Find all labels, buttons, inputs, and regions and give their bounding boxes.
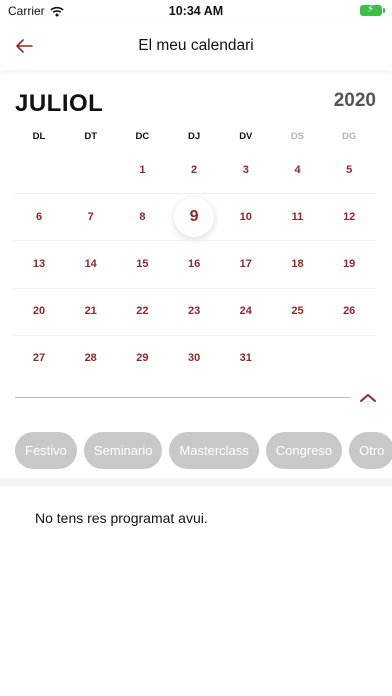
calendar-day[interactable]: 7 — [71, 197, 111, 237]
weekday-label: DC — [135, 131, 150, 142]
weekday-label: DT — [84, 131, 98, 142]
week-row-divider — [14, 287, 376, 289]
calendar-day[interactable]: 30 — [174, 338, 214, 378]
nav-bar: El meu calendari — [0, 22, 392, 70]
weekday-label: DL — [32, 131, 46, 142]
calendar-day[interactable]: 20 — [19, 291, 59, 331]
week-row-divider — [14, 240, 376, 242]
filter-chip[interactable]: Otro — [349, 432, 392, 469]
filter-chip[interactable]: Seminario — [83, 432, 163, 469]
calendar-day[interactable]: 3 — [226, 150, 266, 190]
filter-chip[interactable]: Congreso — [265, 432, 343, 469]
year-label: 2020 — [333, 90, 376, 111]
month-label: JULIOL — [15, 90, 104, 117]
weekday-label: DV — [239, 131, 253, 142]
calendar-day[interactable]: 25 — [278, 291, 318, 331]
filter-chip[interactable]: Festivo — [15, 432, 77, 469]
calendar-day[interactable]: 29 — [122, 338, 162, 378]
chevron-up-icon[interactable] — [358, 390, 378, 406]
calendar-day[interactable]: 19 — [329, 244, 369, 284]
weekday-header: DL DT DC DJ DV DS DG — [14, 131, 376, 145]
calendar-day[interactable]: 24 — [226, 291, 266, 331]
calendar-day[interactable]: 14 — [71, 244, 111, 284]
calendar-day[interactable]: 2 — [174, 150, 214, 190]
week-row-divider — [14, 193, 376, 195]
calendar-day[interactable]: 21 — [71, 291, 111, 331]
section-separator — [0, 478, 392, 486]
page-title: El meu calendari — [138, 37, 254, 54]
calendar-day[interactable]: 23 — [174, 291, 214, 331]
event-filter-chips: Festivo Seminario Masterclass Congreso Otro — [15, 432, 392, 470]
weekday-label: DJ — [188, 131, 201, 142]
calendar-divider — [15, 397, 351, 398]
calendar-day[interactable]: 26 — [329, 291, 369, 331]
weekday-label: DS — [290, 131, 305, 142]
calendar-day[interactable]: 15 — [122, 244, 162, 284]
calendar-day[interactable]: 8 — [122, 197, 162, 237]
calendar-day[interactable]: 18 — [278, 244, 318, 284]
week-row-divider — [14, 334, 376, 336]
calendar-day[interactable]: 17 — [226, 244, 266, 284]
calendar-day[interactable]: 10 — [226, 197, 266, 237]
calendar-day[interactable]: 11 — [278, 197, 318, 237]
calendar-day[interactable]: 13 — [19, 244, 59, 284]
calendar-day[interactable]: 22 — [122, 291, 162, 331]
status-time: 10:34 AM — [168, 4, 224, 18]
filter-chip[interactable]: Masterclass — [169, 432, 259, 469]
calendar-day[interactable]: 16 — [174, 244, 214, 284]
empty-agenda-message: No tens res programat avui. — [35, 510, 208, 526]
calendar-day[interactable]: 4 — [278, 150, 318, 190]
status-bar: Carrier 10:34 AM ⚡ — [0, 0, 392, 22]
calendar-day-today[interactable]: 9 — [174, 196, 215, 237]
calendar-day[interactable]: 1 — [122, 150, 162, 190]
calendar-day[interactable]: 31 — [226, 338, 266, 378]
calendar-day[interactable]: 12 — [329, 197, 369, 237]
calendar-day[interactable]: 28 — [71, 338, 111, 378]
calendar-day[interactable]: 6 — [19, 197, 59, 237]
calendar-grid: 1 2 3 4 5 6 7 8 9 10 11 12 13 14 15 16 17 18 19 20 21 22 23 24 2… — [14, 146, 376, 382]
calendar-day[interactable]: 5 — [329, 150, 369, 190]
battery-icon: ⚡ — [360, 4, 385, 16]
weekday-label: DG — [342, 131, 357, 142]
calendar-day[interactable]: 27 — [19, 338, 59, 378]
